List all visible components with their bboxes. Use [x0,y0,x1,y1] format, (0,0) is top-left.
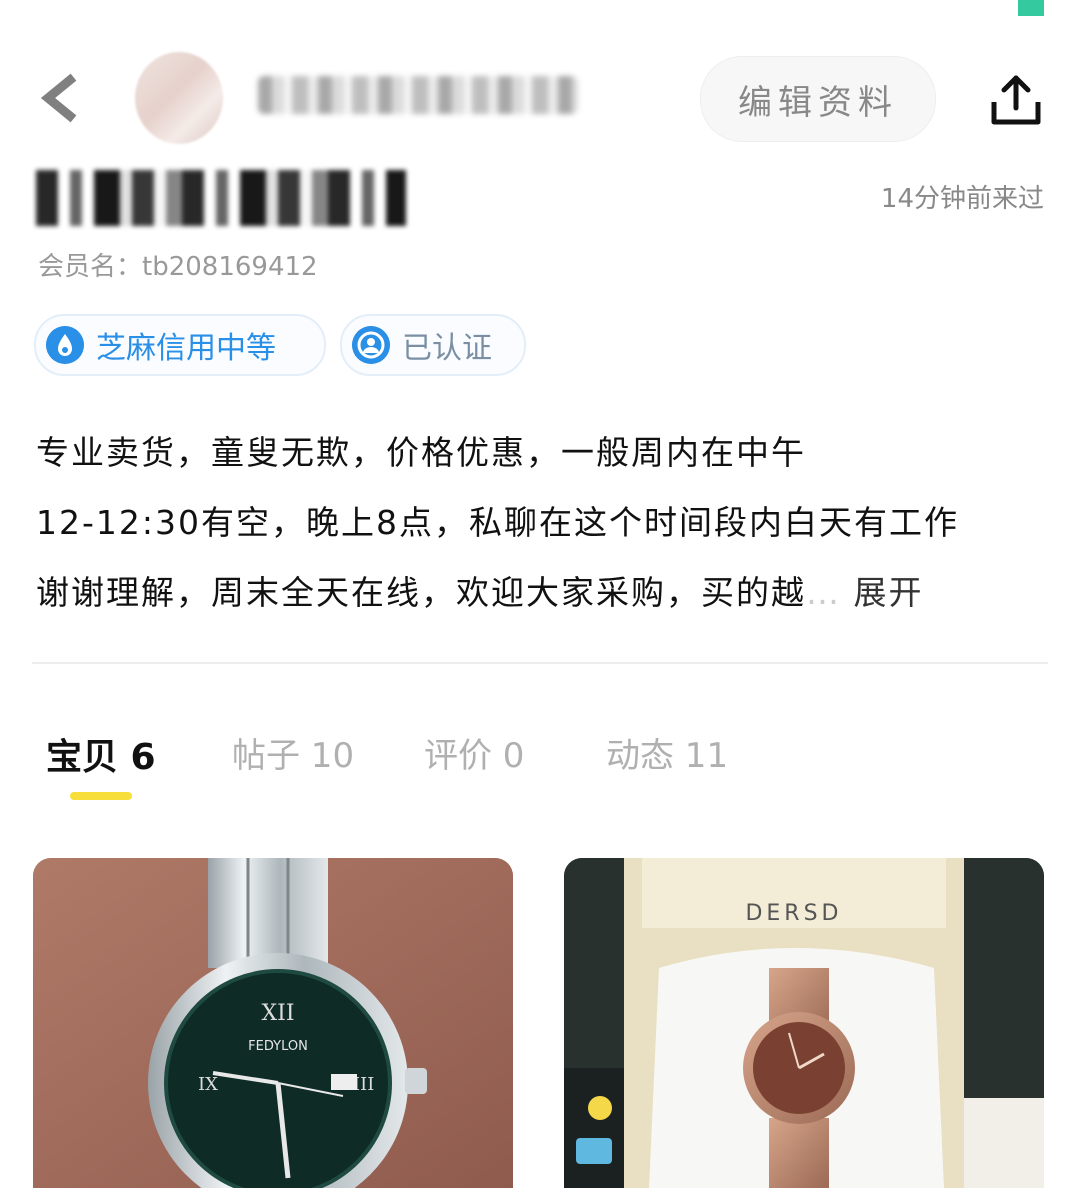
share-icon [991,75,1041,125]
sesame-credit-icon [46,326,84,364]
sesame-credit-label: 芝麻信用中等 [96,331,276,366]
edit-profile-button[interactable]: 编辑资料 [700,56,936,142]
svg-text:XII: XII [261,1001,294,1026]
tab-posts[interactable]: 帖子 10 [232,728,354,777]
section-divider [32,662,1048,664]
bio-line: 谢谢理解，周末全天在线，欢迎大家采购，买的越… 展开 [36,573,924,612]
verified-label: 已认证 [402,331,492,366]
member-name: 会员名：tb208169412 [38,252,318,282]
back-arrow-icon [40,73,77,123]
tab-reviews[interactable]: 评价 0 [424,728,524,777]
sesame-credit-badge[interactable]: 芝麻信用中等 [34,314,326,376]
product-image: FEDYLON XII III IX [33,858,513,1188]
nickname-blurred [258,76,578,114]
svg-text:IX: IX [198,1074,218,1095]
back-button[interactable] [38,72,82,124]
product-card[interactable]: DERSD [564,858,1044,1188]
tab-items[interactable]: 宝贝 6 [46,728,156,780]
watch-brand: FEDYLON [248,1039,308,1054]
edit-profile-label: 编辑资料 [738,82,898,123]
last-seen-text: 14分钟前来过 [880,184,1044,214]
share-button[interactable] [988,72,1044,128]
expand-bio-link[interactable]: 展开 [854,573,924,612]
tab-activity[interactable]: 动态 11 [606,728,728,777]
profile-bio: 专业卖货，童叟无欺，价格优惠，一般周内在中午 12-12:30有空，晚上8点，私… [36,418,1046,628]
avatar[interactable] [135,52,223,144]
box-brand: DERSD [745,901,842,926]
verified-badge[interactable]: 已认证 [340,314,526,376]
bio-line-text: 谢谢理解，周末全天在线，欢迎大家采购，买的越 [36,573,806,612]
product-image: DERSD [564,858,1044,1188]
bio-line: 12-12:30有空，晚上8点，私聊在这个时间段内白天有工作 [36,503,959,542]
status-indicator [1018,0,1044,16]
active-tab-underline [70,792,132,800]
display-name-blurred [36,170,406,226]
product-card[interactable]: FEDYLON XII III IX [33,858,513,1188]
verified-user-icon [352,326,390,364]
bio-line: 专业卖货，童叟无欺，价格优惠，一般周内在中午 [36,433,806,472]
